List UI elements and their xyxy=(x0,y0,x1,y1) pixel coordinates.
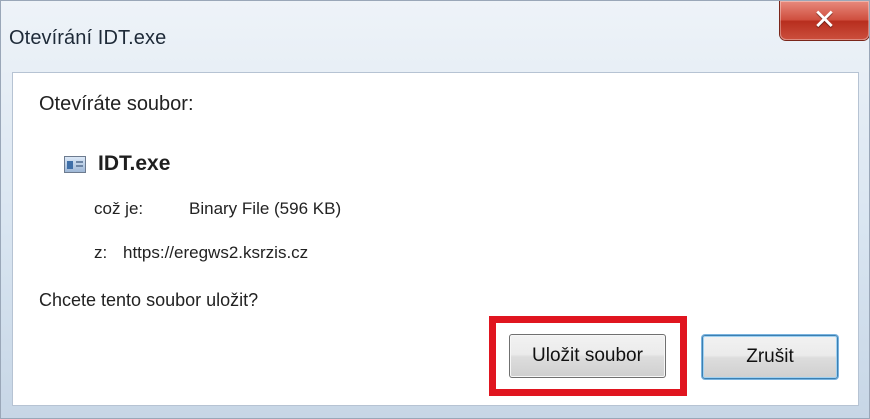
close-icon: ✕ xyxy=(812,3,837,35)
file-icon xyxy=(64,155,86,173)
file-row: IDT.exe xyxy=(64,151,170,177)
save-question: Chcete tento soubor uložit? xyxy=(39,290,259,310)
file-download-dialog: Otevírání IDT.exe ✕ Otevíráte soubor: ID… xyxy=(0,0,870,419)
dialog-content: Otevíráte soubor: IDT.exe což je: Binary… xyxy=(12,72,859,406)
file-type-value: Binary File (596 KB) xyxy=(189,199,342,218)
cancel-button[interactable]: Zrušit xyxy=(702,335,838,379)
file-type-label: což je: xyxy=(94,199,144,218)
opening-file-label: Otevíráte soubor: xyxy=(39,93,194,115)
title-bar[interactable]: Otevírání IDT.exe ✕ xyxy=(1,1,869,71)
close-button[interactable]: ✕ xyxy=(780,1,869,40)
file-name: IDT.exe xyxy=(98,152,171,175)
source-label: z: xyxy=(94,243,108,262)
save-file-button[interactable]: Uložit soubor xyxy=(509,334,666,378)
window-title: Otevírání IDT.exe xyxy=(9,27,167,49)
source-url: https://eregws2.ksrzis.cz xyxy=(123,243,309,262)
